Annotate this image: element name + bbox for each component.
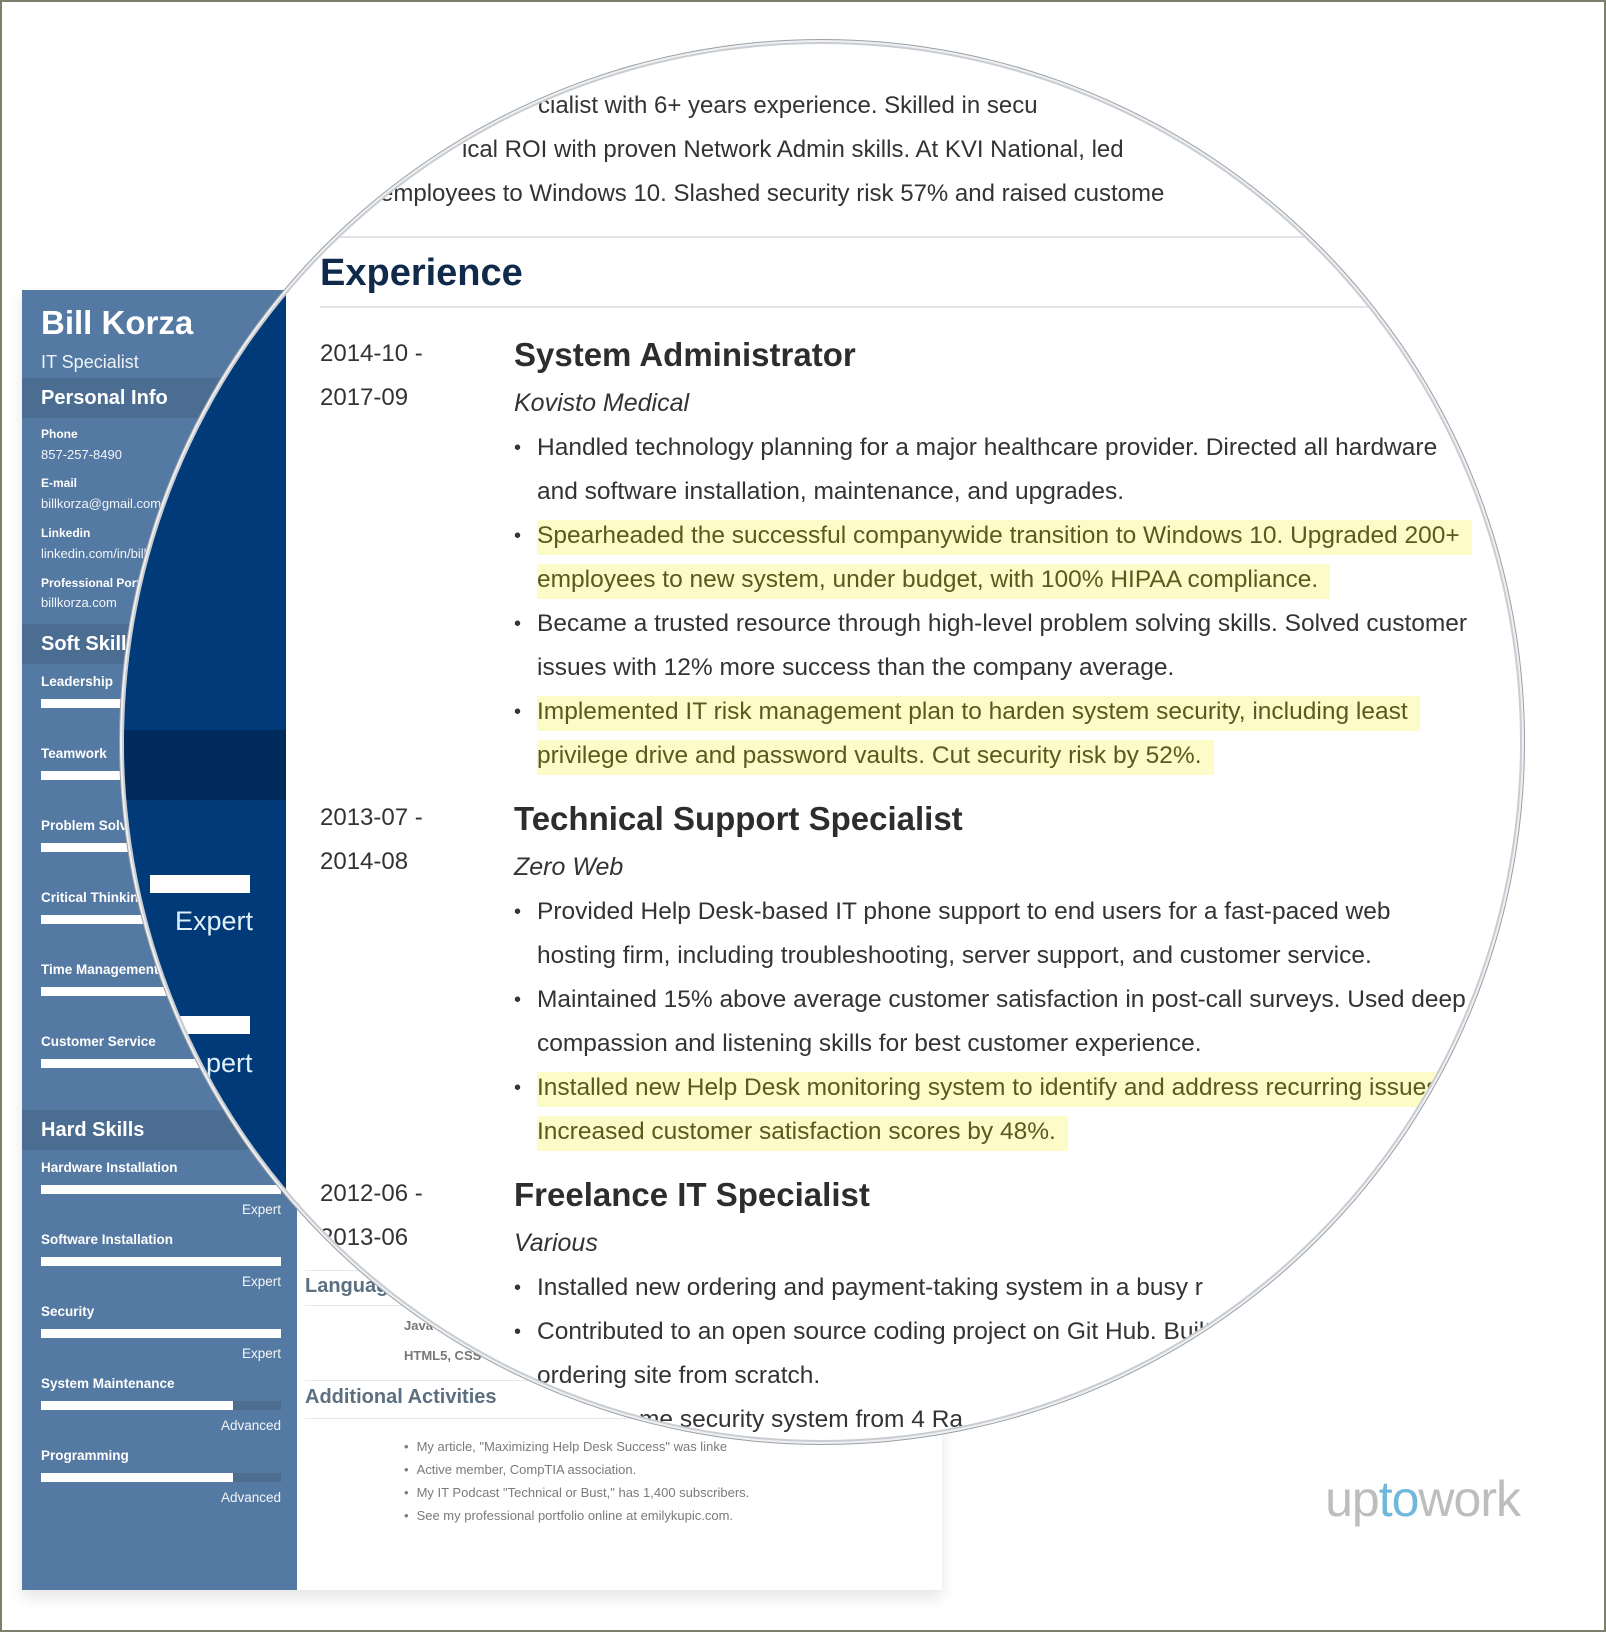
job-bullet: Provided Help Desk-based IT phone suppor… <box>514 890 1474 978</box>
hard-skill-bar <box>41 1473 281 1482</box>
divider <box>320 236 1320 238</box>
hard-skill-bar-fill <box>41 1473 233 1482</box>
job-title: System Administrator <box>514 336 856 373</box>
uptowork-logo[interactable]: uptowork <box>1325 1470 1521 1528</box>
hard-skill-name: Programming <box>41 1448 129 1463</box>
job-date-end: 2014-08 <box>320 848 409 875</box>
job-date-end: 2013-06 <box>320 1224 409 1251</box>
job-bullet-text: Spearheaded the successful companywide t… <box>537 520 1472 599</box>
logo-suffix: work <box>1418 1471 1521 1527</box>
hard-skill-level: Advanced <box>220 1490 281 1505</box>
job-bullet: Contributed to an open source coding pro… <box>514 1310 1474 1398</box>
job-bullet-text: Maintained 15% above average customer sa… <box>537 986 1466 1057</box>
job-bullet: Handled technology planning for a major … <box>514 426 1474 514</box>
job-bullets: Handled technology planning for a major … <box>514 426 1474 778</box>
summary-line: employees to Windows 10. Slashed securit… <box>380 180 1165 207</box>
additional-activities-list: My article, "Maximizing Help Desk Succes… <box>404 1435 750 1527</box>
logo-prefix: up <box>1325 1471 1380 1527</box>
experience-heading: Experience <box>320 252 523 294</box>
summary-text: cialist with 6+ years experience. Skille… <box>320 84 1520 216</box>
phone-value: 857-257-8490 <box>41 447 122 462</box>
magnified-content: Expert pert cialist with 6+ years experi… <box>124 44 1520 1440</box>
magnified-skill-level: Expert <box>175 906 254 936</box>
logo-accent: to <box>1378 1471 1420 1527</box>
magnified-skill-level: pert <box>206 1048 253 1078</box>
soft-skill-name: Problem Solvi <box>41 818 132 833</box>
job-date-start: 2013-07 - <box>320 804 423 831</box>
job-bullet: Implemented IT risk management plan to h… <box>514 690 1474 778</box>
job-bullets: Installed new ordering and payment-takin… <box>514 1266 1474 1440</box>
activity-item: My IT Podcast "Technical or Bust," has 1… <box>404 1481 750 1504</box>
job-bullet: Installed new Help Desk monitoring syste… <box>514 1066 1474 1154</box>
hard-skill-name: Security <box>41 1304 95 1319</box>
linkedin-label: Linkedin <box>41 526 91 540</box>
job-title: Technical Support Specialist <box>514 800 963 837</box>
job-bullet-text: Contributed to an open source coding pro… <box>537 1318 1386 1389</box>
portfolio-value[interactable]: billkorza.com <box>41 595 117 610</box>
job-bullet-text: me security system from 4 Ra <box>639 1406 964 1433</box>
activity-item: Active member, CompTIA association. <box>404 1458 749 1481</box>
magnified-sidebar-band <box>124 730 286 800</box>
job-bullet-text: Installed new Help Desk monitoring syste… <box>537 1072 1458 1151</box>
soft-skill-name: Teamwork <box>41 746 107 761</box>
job-company: Zero Web <box>514 853 624 881</box>
summary-line: ical ROI with proven Network Admin skill… <box>462 136 1124 163</box>
job-date-start: 2014-10 - <box>320 340 423 367</box>
email-label: E-mail <box>41 476 78 490</box>
job-bullet: me security system from 4 Ra <box>514 1398 1474 1440</box>
summary-line: cialist with 6+ years experience. Skille… <box>538 92 1038 119</box>
job-company: Kovisto Medical <box>514 389 690 417</box>
activity-item: See my professional portfolio online at … <box>404 1504 749 1527</box>
divider <box>320 306 1400 308</box>
job-company: Various <box>514 1229 598 1257</box>
phone-label: Phone <box>41 427 78 441</box>
job-date-end: 2017-09 <box>320 384 409 411</box>
job-bullets: Provided Help Desk-based IT phone suppor… <box>514 890 1474 1154</box>
magnified-skill-bar <box>150 875 250 893</box>
job-bullet-text: Provided Help Desk-based IT phone suppor… <box>537 898 1391 969</box>
job-bullet-text: Implemented IT risk management plan to h… <box>537 696 1420 775</box>
magnifier-lens: Expert pert cialist with 6+ years experi… <box>124 44 1520 1440</box>
job-bullet-text: Became a trusted resource through high-l… <box>537 610 1468 681</box>
job-bullet: Became a trusted resource through high-l… <box>514 602 1474 690</box>
job-title: Freelance IT Specialist <box>514 1176 870 1213</box>
job-bullet: Installed new ordering and payment-takin… <box>514 1266 1474 1310</box>
job-bullet: Spearheaded the successful companywide t… <box>514 514 1474 602</box>
job-date-start: 2012-06 - <box>320 1180 423 1207</box>
job-bullet-text: Handled technology planning for a major … <box>537 434 1438 505</box>
soft-skill-name: Leadership <box>41 674 114 689</box>
job-bullet-text: Installed new ordering and payment-takin… <box>537 1274 1203 1301</box>
magnified-skill-bar <box>170 1016 250 1034</box>
job-bullet: Maintained 15% above average customer sa… <box>514 978 1474 1066</box>
